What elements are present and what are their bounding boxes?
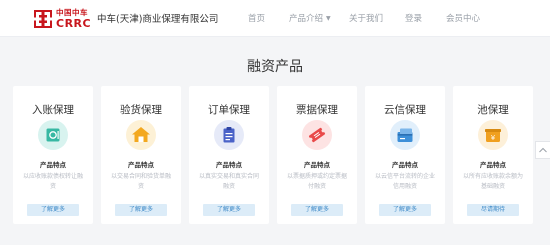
- product-desc: 以应收账款债权转让融资: [23, 173, 84, 190]
- nav-item-home[interactable]: 首页: [248, 12, 265, 24]
- product-desc: 以所有应收账款余额为基础融资: [463, 173, 524, 190]
- product-card[interactable]: 订单保理 产品特点 以真实交易和真实合同融资 了解更多: [189, 86, 269, 224]
- top-header: 中国中车 CRRC 中车(天津)商业保理有限公司 首页 产品介绍 ▼ 关于我们 登…: [0, 0, 550, 37]
- product-card[interactable]: 验货保理 产品特点 以交易合同和验货单融资 了解更多: [101, 86, 181, 224]
- learn-more-button[interactable]: 了解更多: [115, 204, 167, 216]
- feature-label: 产品特点: [392, 161, 418, 169]
- product-name: 云信保理: [384, 104, 426, 116]
- feature-label: 产品特点: [304, 161, 330, 169]
- product-name: 票据保理: [296, 104, 338, 116]
- nav-label: 登录: [405, 14, 423, 24]
- coin-box-icon: ¥: [478, 120, 508, 150]
- feature-label: 产品特点: [480, 161, 506, 169]
- nav-item-products[interactable]: 产品介绍 ▼: [289, 12, 331, 24]
- learn-more-button[interactable]: 了解更多: [291, 204, 343, 216]
- nav-item-login[interactable]: 登录: [405, 12, 422, 24]
- product-card[interactable]: 入账保理 产品特点 以应收账款债权转让融资 了解更多: [13, 86, 93, 224]
- nav-label: 关于我们: [349, 14, 384, 24]
- nav-label: 会员中心: [446, 14, 481, 24]
- section-title: 融资产品: [247, 59, 303, 75]
- product-card[interactable]: 池保理 ¥ 产品特点 以所有应收账款余额为基础融资 尽请期待: [453, 86, 533, 224]
- feature-label: 产品特点: [216, 161, 242, 169]
- learn-more-button[interactable]: 了解更多: [203, 204, 255, 216]
- product-card[interactable]: 票据保理 产品特点 以票据质押或约定票据付融资 了解更多: [277, 86, 357, 224]
- nav-item-member-center[interactable]: 会员中心: [446, 12, 480, 24]
- nav-label: 首页: [248, 14, 266, 24]
- product-name: 入账保理: [32, 104, 74, 116]
- house-icon: [126, 120, 156, 150]
- product-desc: 以真实交易和真实合同融资: [199, 173, 260, 190]
- product-name: 池保理: [477, 104, 509, 116]
- product-name: 订单保理: [208, 104, 250, 116]
- chevron-up-icon: [539, 147, 547, 153]
- product-desc: 以票据质押或约定票据付融资: [287, 173, 348, 190]
- product-card[interactable]: 云信保理 产品特点 以云信平台流转的企业信用融资 了解更多: [365, 86, 445, 224]
- learn-more-button[interactable]: 了解更多: [27, 204, 79, 216]
- main-nav: 首页 产品介绍 ▼ 关于我们 登录 会员中心: [0, 0, 550, 36]
- product-desc: 以交易合同和验货单融资: [111, 173, 172, 190]
- feature-label: 产品特点: [128, 161, 154, 169]
- svg-text:¥: ¥: [491, 134, 496, 142]
- feature-label: 产品特点: [40, 161, 66, 169]
- back-to-top-button[interactable]: [535, 141, 550, 159]
- cloud-card-icon: [390, 120, 420, 150]
- nav-label: 产品介绍: [289, 14, 324, 24]
- nav-item-about[interactable]: 关于我们: [349, 12, 383, 24]
- clipboard-icon: [214, 120, 244, 150]
- safe-icon: [38, 120, 68, 150]
- coming-soon-button[interactable]: 尽请期待: [467, 204, 519, 216]
- product-cards: 入账保理 产品特点 以应收账款债权转让融资 了解更多 验货保理 产品特点 以交易…: [13, 86, 550, 226]
- product-name: 验货保理: [120, 104, 162, 116]
- ticket-icon: [302, 120, 332, 150]
- chevron-down-icon: ▼: [326, 15, 331, 22]
- product-desc: 以云信平台流转的企业信用融资: [375, 173, 436, 190]
- learn-more-button[interactable]: 了解更多: [379, 204, 431, 216]
